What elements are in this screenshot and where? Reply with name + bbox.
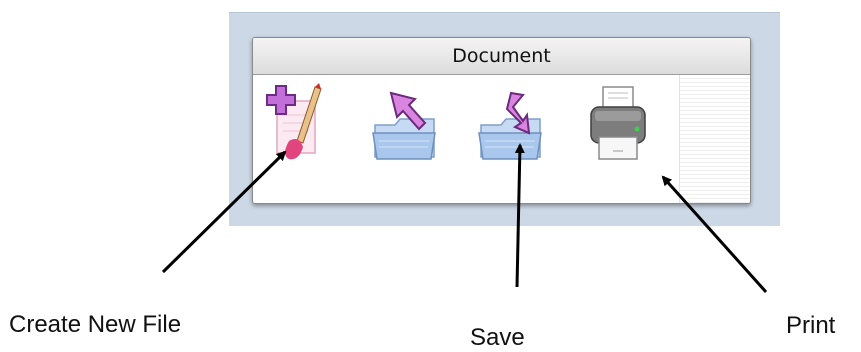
print-callout-arrow [661,175,768,294]
annotated-screenshot: Document Create New File Save Print [0,0,861,352]
save-label: Save [470,324,525,351]
callout-arrows [161,143,768,294]
print-label: Print [786,312,836,339]
create-callout-arrow [161,150,287,274]
save-callout-arrow [514,143,525,288]
create-new-file-label: Create New File [9,311,182,338]
